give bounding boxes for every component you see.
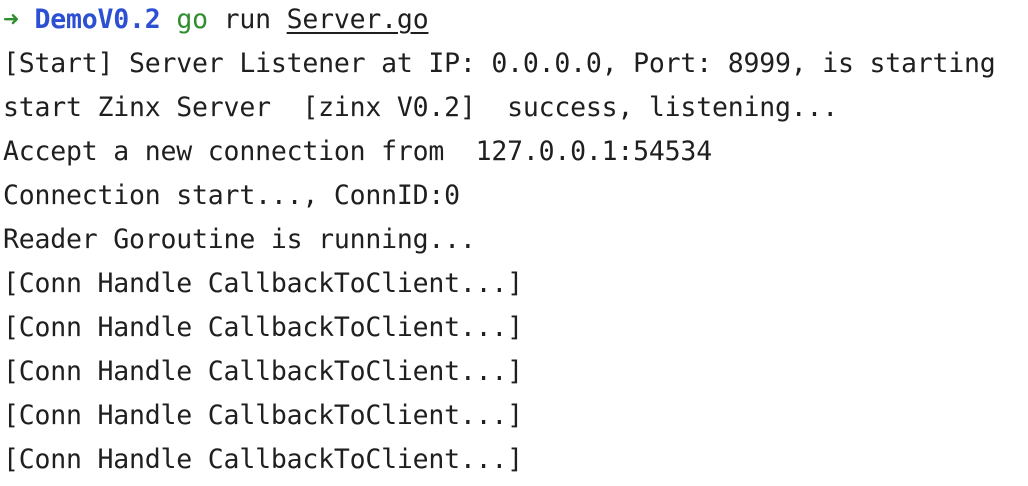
output-line: [Start] Server Listener at IP: 0.0.0.0, … <box>3 48 996 79</box>
current-directory: DemoV0.2 <box>34 4 161 35</box>
prompt-line: ➜ DemoV0.2 go run Server.go <box>3 4 1028 46</box>
output-line: Reader Goroutine is running... <box>3 224 476 255</box>
output-line: [Conn Handle CallbackToClient...] <box>3 400 523 431</box>
command-argument-file: Server.go <box>286 4 429 35</box>
output-line: [Conn Handle CallbackToClient...] <box>3 268 523 299</box>
terminal-window[interactable]: ➜ DemoV0.2 go run Server.go [Start] Serv… <box>0 0 1028 482</box>
command-go: go <box>176 4 208 35</box>
arrow-right-icon: ➜ <box>3 4 19 35</box>
output-line: [Conn Handle CallbackToClient...] <box>3 312 523 343</box>
command-run: run <box>223 4 271 35</box>
output-line: [Conn Handle CallbackToClient...] <box>3 356 523 387</box>
output-line: start Zinx Server [zinx V0.2] success, l… <box>3 92 838 123</box>
output-line: [Conn Handle CallbackToClient...] <box>3 444 523 475</box>
output-line: Accept a new connection from 127.0.0.1:5… <box>3 136 712 167</box>
output-line: Connection start..., ConnID:0 <box>3 180 460 211</box>
